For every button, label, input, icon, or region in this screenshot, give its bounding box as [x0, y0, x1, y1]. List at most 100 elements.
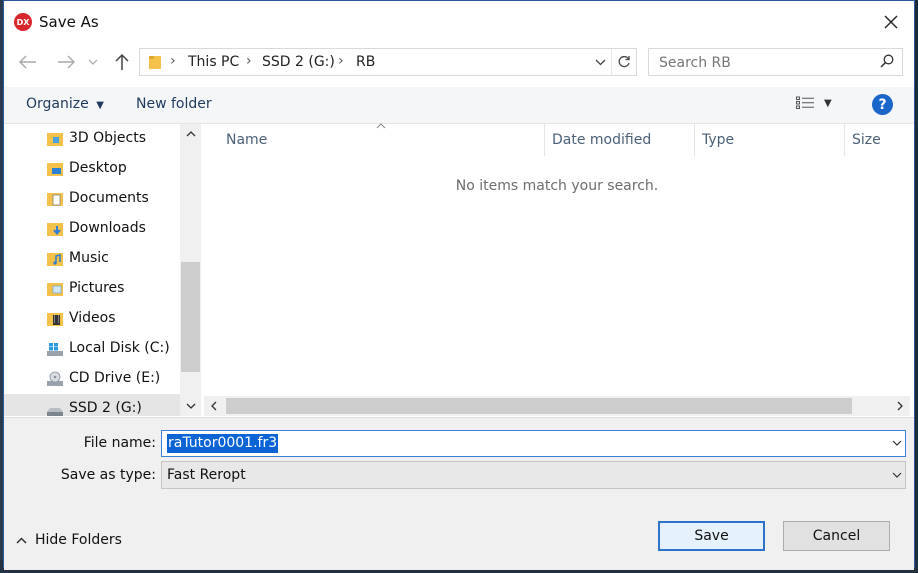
close-button[interactable]	[876, 9, 906, 35]
file-name-label: File name:	[83, 435, 156, 451]
save-as-type-value: Fast Reropt	[167, 467, 246, 483]
back-button[interactable]	[16, 51, 40, 73]
navigation-pane-scrollbar[interactable]	[180, 124, 201, 416]
caret-down-icon: ▼	[824, 97, 832, 109]
organize-label: Organize	[26, 96, 89, 112]
nav-item-label: SSD 2 (G:)	[69, 400, 142, 416]
nav-item-label: Videos	[69, 310, 116, 326]
breadcrumb-rb[interactable]: RB	[356, 54, 375, 70]
column-header-type[interactable]: Type	[702, 132, 734, 148]
nav-item-videos[interactable]: Videos	[4, 304, 180, 334]
drive-icon	[47, 408, 63, 416]
file-list: Name Date modified Type Size No items ma…	[204, 123, 910, 416]
file-name-combobox[interactable]: raTutor0001.fr3	[161, 430, 906, 457]
hide-folders-label: Hide Folders	[35, 532, 122, 548]
back-arrow-icon	[19, 55, 36, 69]
recent-locations-button[interactable]	[85, 51, 101, 73]
desktop-folder-icon	[47, 163, 63, 176]
cancel-button[interactable]: Cancel	[783, 521, 890, 551]
save-as-dialog: DX Save As › This PC › SSD 2 (G:) › RB S…	[3, 0, 915, 570]
chevron-right-icon	[897, 401, 903, 411]
command-bar: Organize ▼ New folder ▼ ?	[4, 87, 914, 124]
scroll-thumb[interactable]	[226, 398, 852, 414]
forward-arrow-icon	[58, 55, 75, 69]
search-input[interactable]	[657, 52, 871, 74]
column-divider[interactable]	[694, 124, 695, 156]
refresh-icon	[618, 55, 630, 68]
documents-folder-icon	[47, 193, 63, 206]
navigation-pane: 3D Objects Desktop Documents Downloads M…	[4, 124, 201, 416]
chevron-down-icon[interactable]	[891, 435, 903, 451]
column-header-size[interactable]: Size	[852, 132, 881, 148]
address-bar[interactable]: › This PC › SSD 2 (G:) › RB	[139, 48, 637, 76]
refresh-button[interactable]	[611, 49, 636, 75]
breadcrumb-separator: ›	[338, 53, 344, 69]
up-button[interactable]	[110, 51, 134, 73]
save-button[interactable]: Save	[658, 521, 765, 551]
search-icon	[880, 54, 894, 68]
cd-drive-icon	[47, 371, 63, 386]
music-folder-icon	[47, 253, 63, 266]
nav-item-desktop[interactable]: Desktop	[4, 154, 180, 184]
chevron-down-icon	[186, 403, 195, 409]
scroll-left-button[interactable]	[204, 396, 224, 416]
nav-item-label: CD Drive (E:)	[69, 370, 161, 386]
new-folder-button[interactable]: New folder	[136, 96, 212, 112]
nav-item-documents[interactable]: Documents	[4, 184, 180, 214]
up-arrow-icon	[115, 53, 129, 70]
breadcrumb-separator: ›	[170, 53, 176, 69]
scroll-right-button[interactable]	[890, 396, 910, 416]
chevron-down-icon	[892, 472, 902, 478]
nav-item-pictures[interactable]: Pictures	[4, 274, 180, 304]
organize-button[interactable]: Organize ▼	[26, 96, 104, 112]
file-list-horizontal-scrollbar[interactable]	[204, 396, 910, 416]
search-box[interactable]	[648, 48, 903, 76]
nav-item-ssd2-g[interactable]: SSD 2 (G:)	[4, 394, 180, 416]
save-options-panel: File name: raTutor0001.fr3 Save as type:…	[4, 417, 914, 570]
title-bar: DX Save As	[4, 1, 914, 43]
scroll-up-button[interactable]	[180, 124, 201, 144]
chevron-up-icon	[16, 536, 27, 544]
chevron-down-icon	[88, 59, 98, 65]
forward-button[interactable]	[54, 51, 78, 73]
hide-folders-button[interactable]: Hide Folders	[16, 532, 122, 548]
window-title: Save As	[39, 13, 99, 31]
nav-item-label: Documents	[69, 190, 149, 206]
address-dropdown-button[interactable]	[590, 52, 610, 72]
file-name-input[interactable]	[166, 434, 870, 455]
chevron-down-icon	[595, 59, 605, 65]
nav-item-local-disk-c[interactable]: Local Disk (C:)	[4, 334, 180, 364]
windows-drive-icon	[47, 343, 63, 356]
save-as-type-label: Save as type:	[60, 467, 156, 483]
chevron-left-icon	[211, 401, 217, 411]
3d-objects-folder-icon	[47, 133, 63, 146]
downloads-folder-icon	[47, 223, 63, 236]
help-button[interactable]: ?	[872, 94, 893, 115]
pictures-folder-icon	[47, 283, 63, 296]
save-as-type-select[interactable]: Fast Reropt	[161, 461, 906, 489]
change-view-button[interactable]: ▼	[796, 96, 832, 110]
scroll-thumb[interactable]	[181, 262, 200, 372]
folder-icon	[149, 56, 161, 69]
nav-item-downloads[interactable]: Downloads	[4, 214, 180, 244]
breadcrumb-this-pc[interactable]: This PC	[188, 54, 239, 70]
scroll-down-button[interactable]	[180, 396, 201, 416]
nav-item-3d-objects[interactable]: 3D Objects	[4, 124, 180, 154]
details-view-icon	[796, 96, 814, 109]
column-header-date-modified[interactable]: Date modified	[552, 132, 651, 148]
app-icon: DX	[14, 13, 32, 31]
nav-item-label: 3D Objects	[69, 130, 147, 146]
nav-item-music[interactable]: Music	[4, 244, 180, 274]
nav-item-label: Desktop	[69, 160, 127, 176]
nav-item-cd-drive-e[interactable]: CD Drive (E:)	[4, 364, 180, 394]
close-icon	[884, 15, 898, 29]
chevron-up-icon	[186, 131, 195, 137]
column-divider[interactable]	[844, 124, 845, 156]
column-divider[interactable]	[544, 124, 545, 156]
videos-folder-icon	[47, 313, 63, 326]
breadcrumb-ssd2[interactable]: SSD 2 (G:)	[262, 54, 335, 70]
column-header-name[interactable]: Name	[226, 132, 267, 148]
sort-arrow-icon	[376, 123, 386, 129]
nav-item-label: Downloads	[69, 220, 146, 236]
caret-down-icon: ▼	[96, 100, 104, 111]
